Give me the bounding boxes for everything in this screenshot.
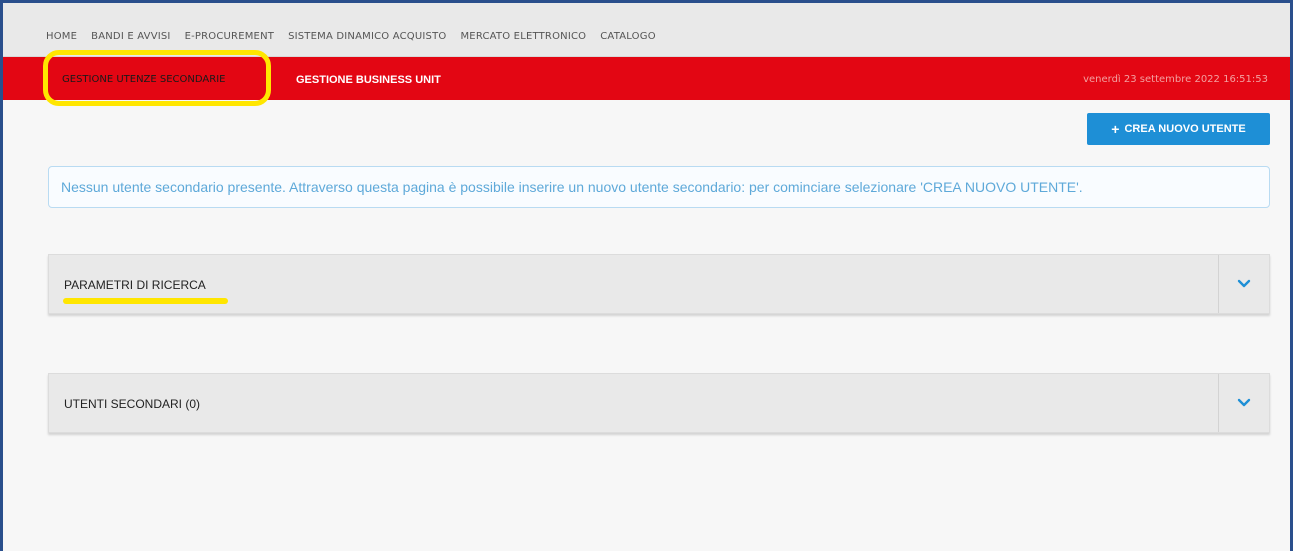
top-nav-items: HOME BANDI E AVVISI E-PROCUREMENT SISTEM… xyxy=(46,31,670,42)
info-message: Nessun utente secondario presente. Attra… xyxy=(61,179,1083,195)
highlight-underline xyxy=(63,298,228,304)
sub-navigation-bar: GESTIONE UTENZE SECONDARIE GESTIONE BUSI… xyxy=(3,57,1290,100)
secondary-users-panel[interactable]: UTENTI SECONDARI (0) xyxy=(48,373,1270,433)
chevron-down-icon[interactable] xyxy=(1237,396,1251,410)
chevron-down-icon[interactable] xyxy=(1237,277,1251,291)
nav-item-mercato-elettronico[interactable]: MERCATO ELETTRONICO xyxy=(460,31,586,42)
nav-item-e-procurement[interactable]: E-PROCUREMENT xyxy=(185,31,274,42)
create-new-user-label: CREA NUOVO UTENTE xyxy=(1124,123,1246,135)
tab-gestione-utenze-secondarie[interactable]: GESTIONE UTENZE SECONDARIE xyxy=(62,74,225,85)
secondary-users-title: UTENTI SECONDARI (0) xyxy=(64,397,201,411)
search-params-title: PARAMETRI DI RICERCA xyxy=(64,278,206,292)
current-datetime: venerdì 23 settembre 2022 16:51:53 xyxy=(1083,74,1268,85)
top-navigation: HOME BANDI E AVVISI E-PROCUREMENT SISTEM… xyxy=(3,3,1290,57)
info-alert: Nessun utente secondario presente. Attra… xyxy=(48,166,1270,208)
panel-divider xyxy=(1218,374,1219,432)
plus-icon: + xyxy=(1111,121,1120,137)
nav-item-bandi-e-avvisi[interactable]: BANDI E AVVISI xyxy=(91,31,170,42)
nav-item-home[interactable]: HOME xyxy=(46,31,77,42)
nav-item-catalogo[interactable]: CATALOGO xyxy=(600,31,656,42)
nav-item-sistema-dinamico-acquisto[interactable]: SISTEMA DINAMICO ACQUISTO xyxy=(288,31,446,42)
tab-gestione-business-unit[interactable]: GESTIONE BUSINESS UNIT xyxy=(296,74,441,86)
search-params-panel[interactable]: PARAMETRI DI RICERCA xyxy=(48,254,1270,314)
app-frame: HOME BANDI E AVVISI E-PROCUREMENT SISTEM… xyxy=(0,0,1293,551)
create-new-user-button[interactable]: + CREA NUOVO UTENTE xyxy=(1087,113,1270,145)
panel-divider xyxy=(1218,255,1219,313)
